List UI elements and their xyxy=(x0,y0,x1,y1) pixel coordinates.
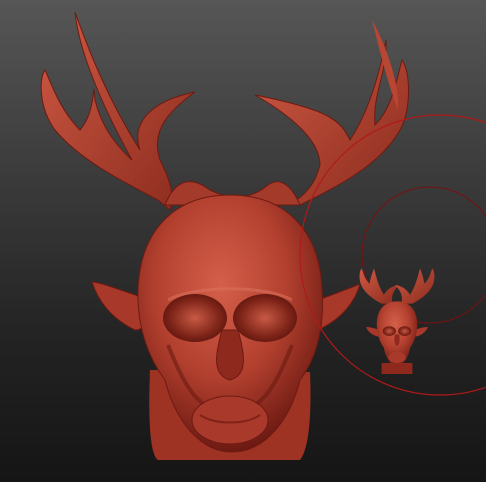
deer-skull-model[interactable] xyxy=(40,11,409,460)
jaw xyxy=(191,395,269,445)
nasal-cavity xyxy=(216,329,244,381)
right-antler xyxy=(254,20,409,206)
right-eye-socket xyxy=(233,294,297,342)
sculpt-viewport[interactable] xyxy=(0,0,486,482)
left-antler xyxy=(40,11,196,211)
viewport-canvas[interactable] xyxy=(0,0,486,482)
navigation-thumbnail[interactable] xyxy=(359,268,435,374)
left-eye-socket xyxy=(163,294,227,342)
